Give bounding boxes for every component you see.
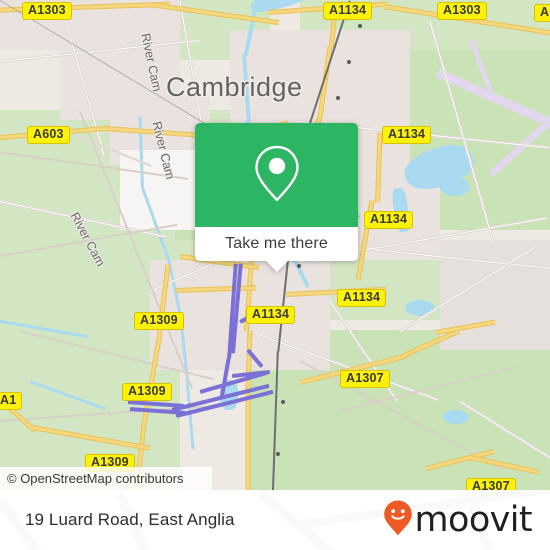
shield-a-clipped: A [534,4,550,22]
shield-a1134-e: A1134 [337,289,387,307]
footer-bar: 19 Luard Road, East Anglia moovit [0,490,550,550]
shield-a1-edge: A1 [0,392,23,410]
moovit-pin-smile-icon [383,499,413,542]
popup-header [195,123,358,227]
shield-a1309-lower: A1309 [122,383,172,401]
popup-action-bar[interactable]: Take me there [195,227,358,272]
shield-a1307-bottom: A1307 [466,478,516,490]
attribution-text: © OpenStreetMap contributors [7,471,184,486]
take-me-there-button[interactable]: Take me there [225,235,328,253]
popup-tail [265,261,288,272]
map-attribution: © OpenStreetMap contributors [0,467,212,490]
shield-a1309-upper: A1309 [134,312,184,330]
shield-a1303-topleft: A1303 [22,2,72,20]
location-popup[interactable]: Take me there [195,123,358,272]
moovit-logo: moovit [383,499,550,542]
shield-a1134-mid: A1134 [382,126,432,144]
map-screen: Cambridge River Cam River Cam River Cam … [0,0,550,550]
address-text: 19 Luard Road, East Anglia [25,510,235,529]
moovit-wordmark: moovit [414,500,533,540]
shield-a1134-center: A1134 [246,306,296,324]
shield-a603: A603 [27,126,70,144]
shield-a1134-top: A1134 [323,2,373,20]
shield-a1303-topright: A1303 [437,2,487,20]
shield-a1134-right: A1134 [364,211,414,229]
location-pin-icon [252,142,302,209]
map-canvas[interactable]: Cambridge River Cam River Cam River Cam … [0,0,550,490]
shield-a1307-right: A1307 [340,370,390,388]
